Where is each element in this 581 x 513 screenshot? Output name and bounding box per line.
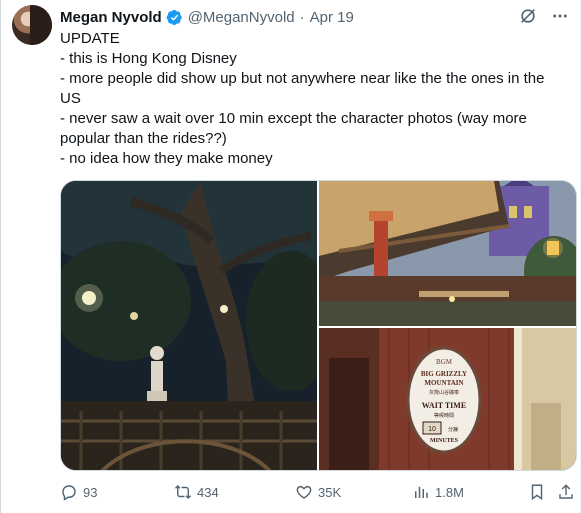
tweet-line: UPDATE [60,30,120,47]
sign-minutes-label: MINUTES [430,438,459,444]
author-name[interactable]: Megan Nyvold [60,9,162,26]
reply-button[interactable]: 93 [60,483,97,501]
sign-title-line2: MOUNTAIN [424,379,463,387]
verified-badge-icon[interactable] [166,9,183,26]
tweet-line: - more people did show up but not anywhe… [60,70,549,107]
separator-dot: · [299,8,305,26]
sign-chinese-title: 灰熊山谷礦車 [429,389,459,396]
thread-left-border [0,0,1,513]
share-button[interactable] [557,483,575,501]
photo-night-garden[interactable] [61,181,317,470]
more-icon[interactable] [551,7,569,29]
bookmark-button[interactable] [528,483,546,501]
sign-minutes-chinese: 分鐘 [448,426,458,433]
like-count: 35K [318,484,342,500]
sign-title-line1: BIG GRIZZLY [421,370,467,378]
tweet-actions: 93 434 35K 1.8M [60,483,575,503]
repost-button[interactable]: 434 [174,483,219,501]
photo-building-tower[interactable] [319,181,576,326]
photo-wait-time-sign[interactable]: BGM BIG GRIZZLY MOUNTAIN 灰熊山谷礦車 WAIT TIM… [319,328,576,470]
sign-chinese-wait: 等候時間 [434,412,454,419]
views-count: 1.8M [435,484,464,500]
bookmark-icon [531,484,543,501]
grok-icon[interactable] [519,7,537,29]
repost-icon [174,484,192,500]
tweet-line: - this is Hong Kong Disney [60,50,237,67]
tweet-text: UPDATE - this is Hong Kong Disney - more… [60,29,565,169]
reply-icon [62,485,76,501]
tweet-header: Megan Nyvold @MeganNyvold · Apr 19 [60,7,569,27]
tweet-date[interactable]: Apr 19 [310,9,354,26]
tweet-line: - no idea how they make money [60,150,273,167]
avatar[interactable] [12,5,52,45]
sign-minutes-value: 10 [428,426,436,433]
sign-wait-label: WAIT TIME [422,401,466,410]
author-handle[interactable]: @MeganNyvold [188,9,295,26]
share-icon [559,484,573,499]
views-icon [415,486,428,498]
like-button[interactable]: 35K [295,483,341,501]
sign-brand: BGM [436,358,453,366]
views-button[interactable]: 1.8M [412,483,464,501]
reply-count: 93 [83,484,98,500]
media-grid: BGM BIG GRIZZLY MOUNTAIN 灰熊山谷礦車 WAIT TIM… [60,180,577,471]
tweet-line: - never saw a wait over 10 min except th… [60,110,532,147]
heart-icon [296,485,312,499]
repost-count: 434 [197,484,219,500]
